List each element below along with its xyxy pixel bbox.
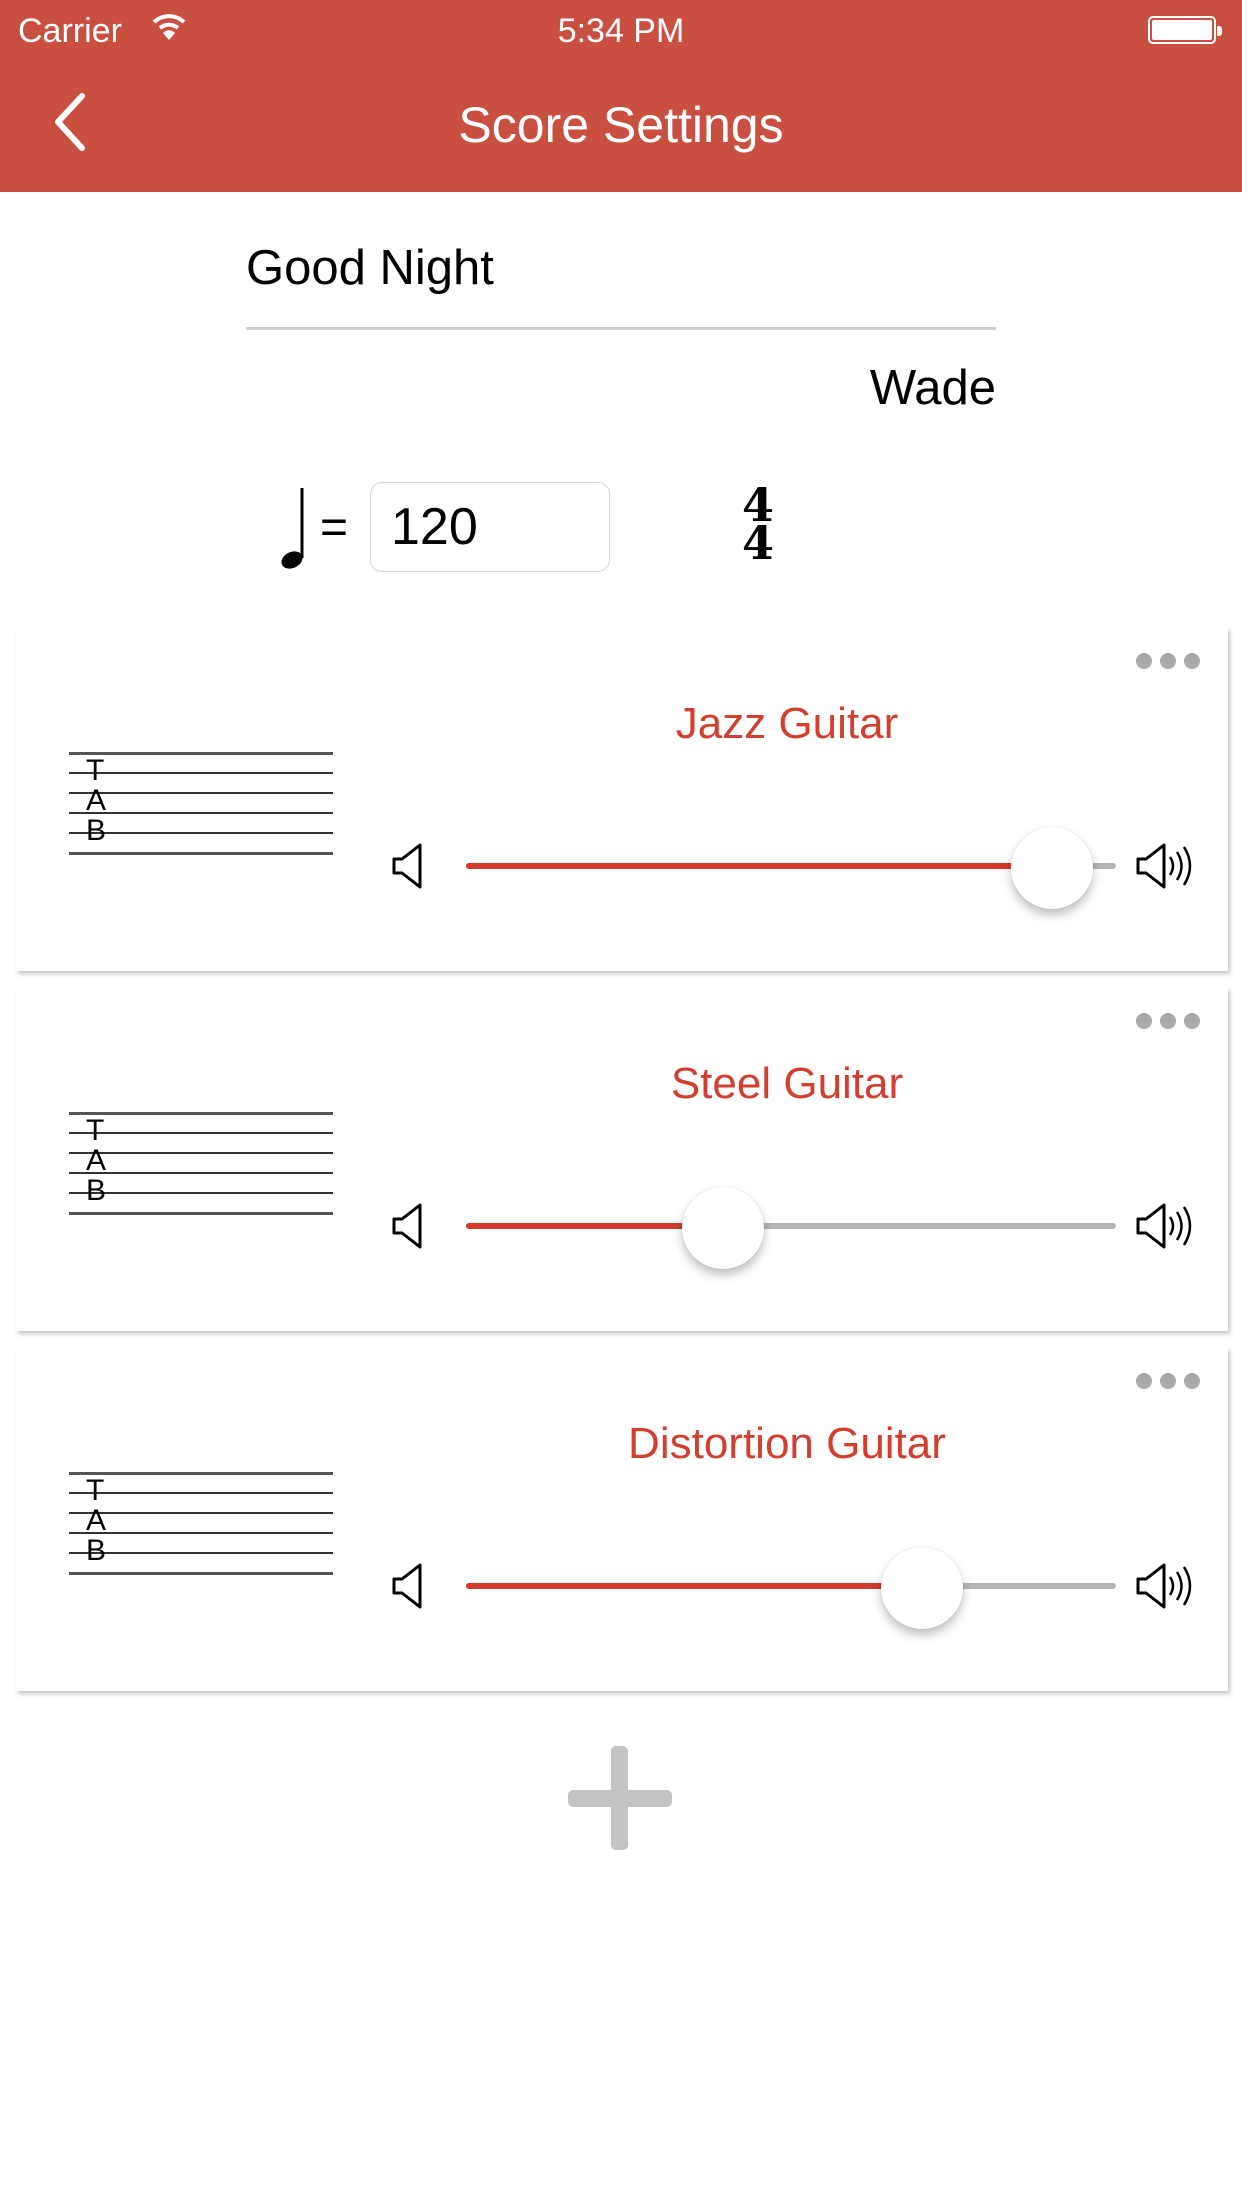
tab-letter: B	[86, 1174, 107, 1207]
volume-low-icon	[392, 1563, 422, 1609]
tab-staff-icon: TAB	[69, 752, 333, 855]
tab-staff-icon: TAB	[69, 1472, 333, 1575]
volume-slider[interactable]	[466, 1187, 1116, 1269]
time-signature-denominator: 4	[741, 516, 774, 570]
staff-line	[69, 832, 333, 834]
track-card: TAB Distortion Guitar	[16, 1347, 1228, 1691]
tab-letter: A	[86, 1144, 107, 1177]
quarter-note-icon	[281, 488, 304, 569]
staff-line	[69, 1212, 333, 1215]
tab-letter: A	[86, 1504, 107, 1537]
slider-fill	[466, 863, 1053, 869]
more-dot-icon	[1160, 653, 1176, 669]
tab-letter: B	[86, 1534, 107, 1567]
track-card: TAB Jazz Guitar	[16, 627, 1228, 971]
score-title-field[interactable]: Good Night	[246, 236, 996, 330]
staff-line	[69, 1512, 333, 1514]
volume-low-icon	[392, 843, 422, 889]
staff-line	[69, 1132, 333, 1134]
more-dot-icon	[1160, 1373, 1176, 1389]
add-track-button[interactable]	[566, 1744, 674, 1852]
volume-low-icon	[392, 1203, 422, 1249]
staff-line	[69, 1112, 333, 1115]
staff-line	[69, 752, 333, 755]
instrument-name[interactable]: Steel Guitar	[346, 1059, 1228, 1109]
instrument-name[interactable]: Jazz Guitar	[346, 699, 1228, 749]
tab-letter: T	[86, 1114, 105, 1147]
staff-line	[69, 772, 333, 774]
more-dot-icon	[1136, 1013, 1152, 1029]
staff-line	[69, 1152, 333, 1154]
plus-icon-vertical	[611, 1746, 628, 1850]
more-dot-icon	[1160, 1013, 1176, 1029]
volume-slider[interactable]	[466, 827, 1116, 909]
more-dot-icon	[1184, 653, 1200, 669]
time-signature-button[interactable]: 4 4	[740, 482, 776, 570]
staff-line	[69, 792, 333, 794]
more-dot-icon	[1136, 1373, 1152, 1389]
staff-line	[69, 1192, 333, 1194]
staff-line	[69, 1532, 333, 1534]
more-dot-icon	[1184, 1013, 1200, 1029]
page-title: Score Settings	[458, 97, 784, 153]
tab-staff-icon: TAB	[69, 1112, 333, 1215]
more-options-button[interactable]	[1136, 1013, 1200, 1029]
volume-high-icon	[1136, 1563, 1192, 1609]
tab-letter: T	[86, 754, 105, 787]
composer-field[interactable]: Wade	[246, 360, 996, 416]
slider-thumb[interactable]	[880, 1547, 963, 1629]
slider-thumb[interactable]	[1011, 827, 1094, 909]
staff-line	[69, 812, 333, 814]
volume-high-icon	[1136, 843, 1192, 889]
instrument-name[interactable]: Distortion Guitar	[346, 1419, 1228, 1469]
battery-icon	[1148, 16, 1222, 44]
tempo-input[interactable]: 120	[370, 482, 610, 572]
tab-letter: B	[86, 814, 107, 847]
tab-letter: T	[86, 1474, 105, 1507]
slider-fill	[466, 1583, 922, 1589]
staff-line	[69, 852, 333, 855]
status-bar: Carrier 5:34 PM	[0, 0, 1242, 60]
more-dot-icon	[1136, 653, 1152, 669]
equals-sign: =	[320, 501, 349, 554]
volume-slider[interactable]	[466, 1547, 1116, 1629]
staff-line	[69, 1172, 333, 1174]
nav-bar: Carrier 5:34 PM Score Settings	[0, 0, 1242, 192]
staff-line	[69, 1552, 333, 1554]
track-card: TAB Steel Guitar	[16, 987, 1228, 1331]
staff-line	[69, 1572, 333, 1575]
volume-high-icon	[1136, 1203, 1192, 1249]
slider-thumb[interactable]	[681, 1187, 764, 1269]
more-options-button[interactable]	[1136, 1373, 1200, 1389]
staff-line	[69, 1492, 333, 1494]
tab-letter: A	[86, 784, 107, 817]
staff-line	[69, 1472, 333, 1475]
clock: 5:34 PM	[557, 12, 685, 50]
more-dot-icon	[1184, 1373, 1200, 1389]
more-options-button[interactable]	[1136, 653, 1200, 669]
